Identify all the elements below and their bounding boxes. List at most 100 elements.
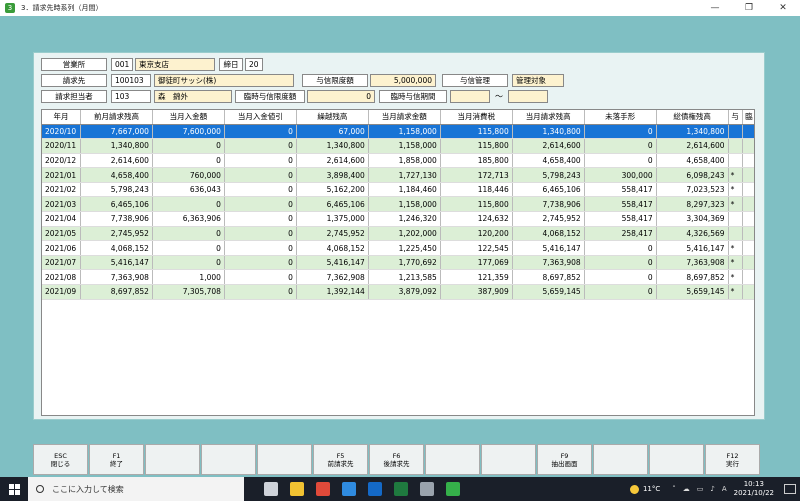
table-cell: 0 [152, 226, 225, 242]
outlook-button[interactable] [362, 477, 388, 501]
table-cell [742, 269, 754, 286]
cloud-icon[interactable]: ☁ [683, 485, 690, 493]
edge-button[interactable] [336, 477, 362, 501]
table-cell: 558,417 [584, 182, 657, 198]
table-row[interactable]: 2020/12 2,614,600 0 0 2,614,600 1,858,000 185,… [42, 153, 754, 169]
clock[interactable]: 10:13 2021/10/22 [734, 480, 774, 498]
table-cell: 0 [584, 284, 657, 300]
table-cell: 4,068,152 [80, 240, 153, 256]
table-cell: 0 [584, 124, 657, 140]
fkey-blank-button[interactable] [649, 444, 704, 475]
fkey-f6-button[interactable]: F6 後請求先 [369, 444, 424, 475]
table-row[interactable]: 2021/05 2,745,952 0 0 2,745,952 1,202,000 120,… [42, 226, 754, 242]
fkey-blank-button[interactable] [201, 444, 256, 475]
fkey-name: F5 [336, 452, 345, 460]
column-header: 年月 [42, 110, 81, 125]
table-cell: 8,297,323 [656, 196, 729, 213]
table-cell [742, 196, 754, 213]
table-row[interactable]: 2021/08 7,363,908 1,000 0 7,362,908 1,213,585… [42, 269, 754, 286]
table-row[interactable]: 2021/02 5,798,243 636,043 0 5,162,200 1,184,4… [42, 182, 754, 198]
staff-code-field[interactable]: 103 [111, 90, 151, 103]
fkey-blank-button[interactable] [481, 444, 536, 475]
table-cell [742, 211, 754, 227]
table-cell: 6,465,106 [512, 182, 585, 198]
column-header: 未落手形 [584, 110, 657, 125]
table-row[interactable]: 2020/11 1,340,800 0 0 1,340,800 1,158,000 115,… [42, 138, 754, 154]
table-cell: 4,326,569 [656, 226, 729, 242]
speaker-icon[interactable]: ♪ [710, 485, 714, 493]
fkey-blank-button[interactable] [257, 444, 312, 475]
closing-day-field: 20 [245, 58, 263, 71]
network-icon[interactable]: ▭ [697, 485, 704, 493]
table-cell: 2021/07 [42, 255, 81, 271]
fkey-name: F9 [560, 452, 569, 460]
chrome-icon [316, 482, 330, 496]
temp-period-to-field [508, 90, 548, 103]
table-cell: 1,340,800 [512, 124, 585, 140]
office-label: 営業所 [41, 58, 107, 71]
fkey-f5-button[interactable]: F5 前請求先 [313, 444, 368, 475]
table-cell: 2021/09 [42, 284, 81, 300]
table-cell [742, 167, 754, 183]
minimize-button[interactable]: — [698, 0, 732, 16]
billing-code-field[interactable]: 100103 [111, 74, 151, 87]
start-button[interactable] [0, 477, 28, 501]
ime-icon[interactable]: A [722, 485, 727, 493]
table-cell: 5,416,147 [80, 255, 153, 271]
table-cell [742, 182, 754, 198]
chevron-up-icon[interactable]: ˄ [672, 485, 676, 493]
table-cell [728, 138, 743, 154]
close-button[interactable]: ✕ [766, 0, 800, 16]
fkey-f1-button[interactable]: F1 終了 [89, 444, 144, 475]
table-cell: * [728, 167, 743, 183]
fkey-f9-button[interactable]: F9 抽出画面 [537, 444, 592, 475]
table-row[interactable]: 2021/07 5,416,147 0 0 5,416,147 1,770,692 177,… [42, 255, 754, 271]
table-cell: 2021/04 [42, 211, 81, 227]
table-cell: * [728, 182, 743, 198]
table-cell: 8,697,852 [656, 269, 729, 286]
table-cell: 558,417 [584, 196, 657, 213]
file-explorer-button[interactable] [284, 477, 310, 501]
table-cell [742, 138, 754, 154]
staff-name-field: 森 錦外 [154, 90, 232, 103]
office-code-field[interactable]: 001 [111, 58, 133, 71]
table-cell: 0 [224, 240, 297, 256]
active-app-button[interactable] [440, 477, 466, 501]
table-row[interactable]: 2020/10 7,667,000 7,600,000 0 67,000 1,158,00… [42, 124, 754, 140]
clock-time: 10:13 [743, 480, 764, 488]
table-cell: 115,800 [440, 124, 513, 140]
table-cell: 0 [584, 153, 657, 169]
table-cell: 2021/03 [42, 196, 81, 213]
table-cell [742, 255, 754, 271]
table-row[interactable]: 2021/04 7,738,906 6,363,906 0 1,375,000 1,246… [42, 211, 754, 227]
table-cell: 0 [584, 138, 657, 154]
table-cell: 5,416,147 [656, 240, 729, 256]
column-header: 総債権残高 [656, 110, 729, 125]
table-row[interactable]: 2021/03 6,465,106 0 0 6,465,106 1,158,000 115,… [42, 196, 754, 213]
table-cell: 7,600,000 [152, 124, 225, 140]
fkey-name: F6 [392, 452, 401, 460]
office-name-field: 東京支店 [135, 58, 215, 71]
chrome-button[interactable] [310, 477, 336, 501]
fkey-name: ESC [54, 452, 67, 460]
maximize-button[interactable]: ❐ [732, 0, 766, 16]
table-row[interactable]: 2021/06 4,068,152 0 0 4,068,152 1,225,450 122,… [42, 240, 754, 256]
weather-widget[interactable]: 11°C [629, 484, 660, 494]
app-button[interactable] [414, 477, 440, 501]
table-row[interactable]: 2021/09 8,697,852 7,305,708 0 1,392,144 3,879… [42, 284, 754, 300]
fkey-label: 実行 [726, 460, 739, 468]
temp-period-from-field [450, 90, 490, 103]
table-row[interactable]: 2021/01 4,658,400 760,000 0 3,898,400 1,727,1… [42, 167, 754, 183]
notification-icon[interactable] [784, 484, 796, 494]
fkey-blank-button[interactable] [425, 444, 480, 475]
table-cell: 4,658,400 [512, 153, 585, 169]
excel-button[interactable] [388, 477, 414, 501]
fkey-blank-button[interactable] [593, 444, 648, 475]
fkey-f12-button[interactable]: F12 実行 [705, 444, 760, 475]
fkey-esc-button[interactable]: ESC 閉じる [33, 444, 88, 475]
taskbar-search-box[interactable]: ここに入力して検索 [28, 477, 244, 501]
excel-icon [394, 482, 408, 496]
task-view-button[interactable] [258, 477, 284, 501]
table-cell: 4,068,152 [296, 240, 369, 256]
fkey-blank-button[interactable] [145, 444, 200, 475]
